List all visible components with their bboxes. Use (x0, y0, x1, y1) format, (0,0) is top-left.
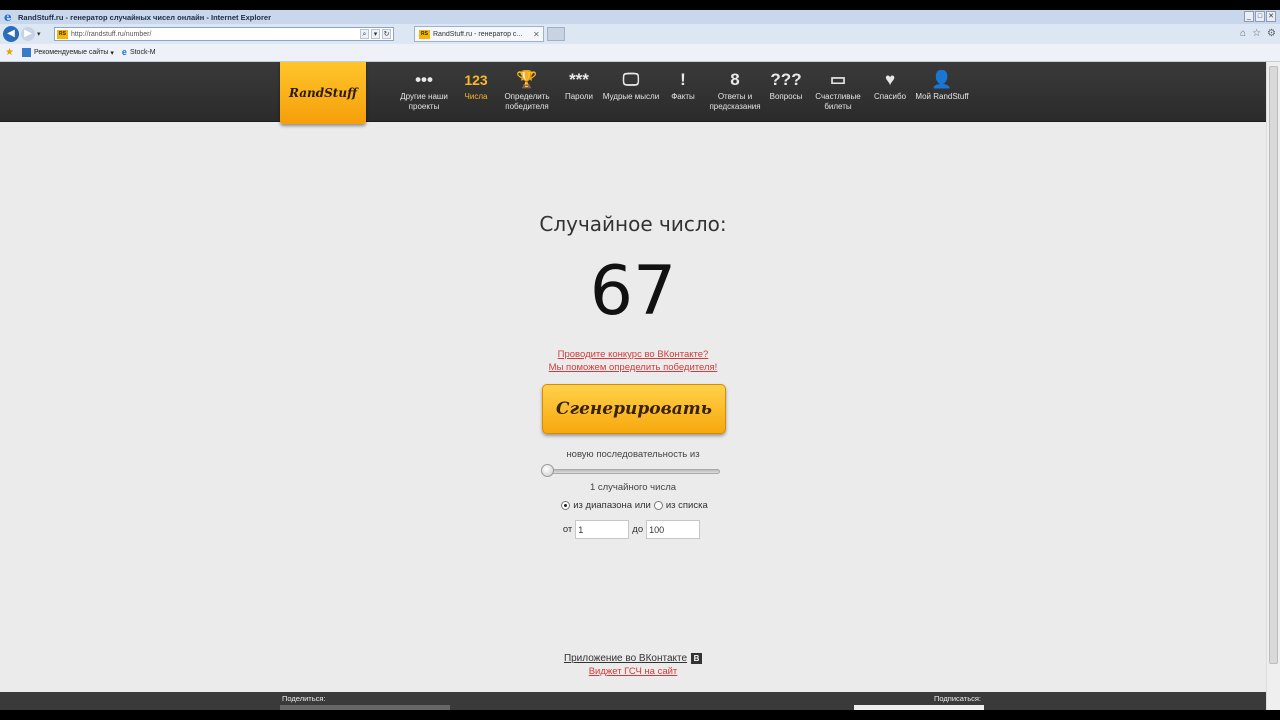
page-title: Случайное число: (539, 212, 727, 236)
to-input[interactable] (646, 520, 701, 539)
dropdown-icon[interactable]: ▾ (371, 29, 380, 39)
to-label: до (632, 524, 644, 535)
generate-button[interactable]: Сгенерировать (542, 384, 726, 434)
address-bar[interactable]: RS http://randstuff.ru/number/ ⌕ ▾ ↻ (54, 27, 394, 41)
list-mode-radio[interactable] (653, 501, 663, 510)
favorites-star-icon[interactable]: ☆ (1252, 28, 1261, 39)
tab-favicon-icon: RS (419, 29, 430, 39)
site-logo[interactable]: RandStuff (280, 62, 366, 124)
range-inputs: от до (0, 520, 1266, 539)
mode-selector: из диапазона или из списка (0, 500, 1266, 511)
window-title-bar: e RandStuff.ru - генератор случайных чис… (0, 10, 1280, 24)
nav-my-randstuff[interactable]: 👤 Мой RandStuff (913, 68, 971, 102)
nav-questions[interactable]: ??? Вопросы (757, 68, 815, 102)
favorites-bar: ★ Рекомендуемые сайты ▾ e Stock-M (0, 44, 1280, 62)
exclamation-icon: ! (680, 70, 686, 89)
from-label: от (562, 524, 573, 535)
tab-close-icon[interactable]: ✕ (533, 30, 540, 39)
random-number-display: 67 (589, 252, 677, 331)
share-buttons[interactable] (280, 705, 450, 710)
ie-logo-icon: e (4, 10, 12, 24)
nav-lucky-tickets[interactable]: ▭ Счастливые билеты (809, 68, 867, 112)
nav-winner[interactable]: 🏆 Определить победителя (498, 68, 556, 112)
magic-ball-icon: 8 (730, 70, 740, 89)
subscribe-buttons[interactable] (854, 705, 984, 710)
site-favicon-icon: RS (57, 29, 68, 39)
more-dots-icon: ••• (415, 70, 433, 89)
heart-icon: ♥ (884, 70, 896, 89)
nav-other-projects[interactable]: ••• Другие наши проекты (395, 68, 453, 112)
favorite-stock-m[interactable]: e Stock-M (122, 48, 156, 57)
nav-thanks[interactable]: ♥ Спасибо (861, 68, 919, 102)
window-controls: _ □ ✕ (1244, 11, 1276, 22)
nav-numbers[interactable]: 123 Числа (447, 68, 505, 102)
count-slider-track[interactable] (546, 469, 720, 474)
refresh-icon[interactable]: ↻ (382, 29, 391, 39)
nav-wise-thoughts[interactable]: 🖵 Мудрые мысли (602, 68, 660, 102)
new-tab-button[interactable] (547, 27, 565, 41)
close-window-button[interactable]: ✕ (1266, 11, 1276, 22)
maximize-button[interactable]: □ (1255, 11, 1265, 22)
gear-icon[interactable]: ⚙ (1267, 28, 1276, 39)
widget-link[interactable]: Виджет ГСЧ на сайт (0, 666, 1266, 677)
search-icon[interactable]: ⌕ (360, 29, 369, 39)
from-input[interactable] (575, 520, 630, 539)
address-url[interactable]: http://randstuff.ru/number/ (71, 31, 151, 38)
back-button[interactable]: ◀ (3, 26, 19, 42)
tab-title: RandStuff.ru - генератор с... (433, 30, 523, 38)
question-marks-icon: ??? (770, 70, 802, 89)
nav-facts[interactable]: ! Факты (654, 68, 712, 102)
favorites-icon[interactable]: ★ (5, 47, 14, 58)
numbers-icon: 123 (464, 72, 488, 88)
sequence-label: новую последовательность из (566, 449, 700, 460)
scrollbar-thumb[interactable] (1269, 66, 1278, 664)
ie-page-icon: e (121, 47, 127, 57)
count-slider-handle[interactable] (541, 464, 554, 477)
home-icon[interactable]: ⌂ (1240, 28, 1246, 39)
ticket-icon: ▭ (829, 70, 847, 89)
user-icon: 👤 (931, 70, 953, 89)
winner-help-link[interactable]: Мы поможем определить победителя! (0, 362, 1266, 373)
web-page: RandStuff ••• Другие наши проекты 123 Чи… (0, 62, 1266, 710)
vk-app-row: Приложение во ВКонтакте B (0, 653, 1266, 664)
nav-answers[interactable]: 8 Ответы и предсказания (706, 68, 764, 112)
count-label: 1 случайного числа (589, 482, 677, 493)
site-footer: Поделиться: Подписаться: (0, 692, 1266, 710)
favorite-recommended-sites[interactable]: Рекомендуемые сайты ▾ (21, 48, 114, 57)
vk-contest-link[interactable]: Проводите конкурс во ВКонтакте? (0, 349, 1266, 360)
list-mode-label: из списка (665, 500, 708, 511)
history-dropdown-icon[interactable]: ▾ (37, 30, 41, 38)
minimize-button[interactable]: _ (1244, 11, 1254, 22)
subscribe-label: Подписаться: (934, 694, 982, 703)
vk-app-link[interactable]: Приложение во ВКонтакте (564, 653, 687, 664)
trophy-icon: 🏆 (516, 70, 538, 89)
browser-tools: ⌂ ☆ ⚙ (1240, 28, 1276, 39)
share-label: Поделиться: (282, 694, 326, 703)
forward-button[interactable]: ▶ (21, 27, 35, 41)
bing-icon (21, 48, 31, 57)
browser-tab[interactable]: RS RandStuff.ru - генератор с... ✕ (414, 26, 544, 42)
vertical-scrollbar[interactable] (1266, 62, 1280, 710)
password-stars-icon: *** (569, 70, 589, 89)
range-mode-radio[interactable] (561, 501, 571, 510)
address-tools: ⌕ ▾ ↻ (360, 29, 391, 39)
address-row: ◀ ▶ ▾ RS http://randstuff.ru/number/ ⌕ ▾… (0, 24, 1280, 44)
window-title: RandStuff.ru - генератор случайных чисел… (18, 12, 272, 22)
nav-passwords[interactable]: *** Пароли (550, 68, 608, 102)
vk-icon[interactable]: B (691, 653, 703, 664)
book-icon: 🖵 (622, 70, 640, 89)
range-mode-label: из диапазона или (573, 500, 651, 511)
